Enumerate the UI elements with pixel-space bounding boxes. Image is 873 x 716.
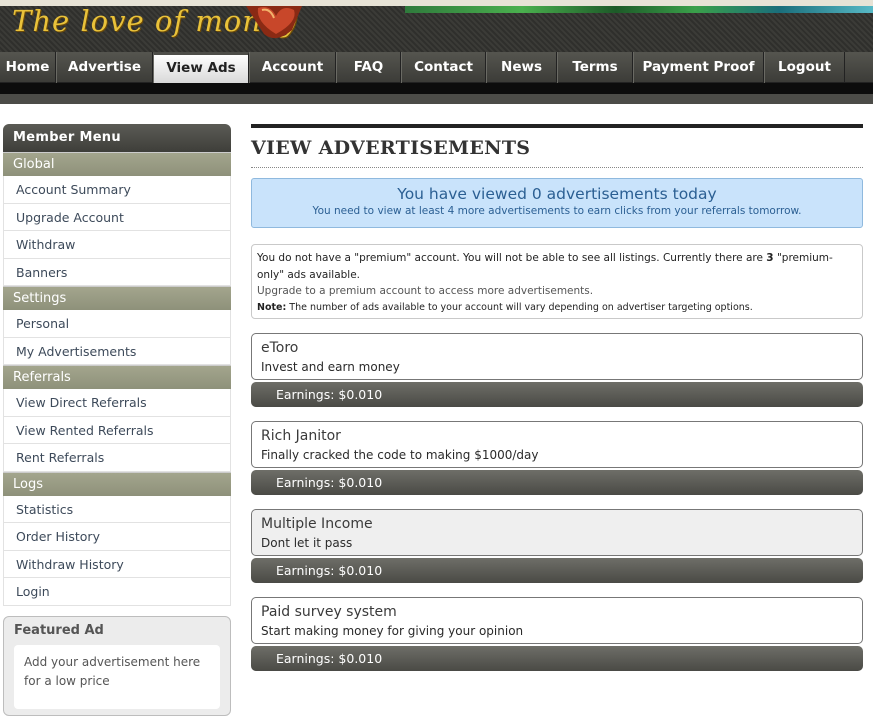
sidebar-item-view-direct-referrals[interactable]: View Direct Referrals xyxy=(3,389,231,417)
heart-decoration-icon xyxy=(246,6,302,39)
targeting-note: Note: The number of ads available to you… xyxy=(257,301,753,313)
featured-ad-text[interactable]: Add your advertisement here for a low pr… xyxy=(14,644,220,709)
ad-earnings: Earnings: $0.010 xyxy=(251,470,863,495)
menu-group-logs: Logs xyxy=(3,471,231,496)
nav-view-ads[interactable]: View Ads xyxy=(153,52,249,83)
sidebar-item-account-summary[interactable]: Account Summary xyxy=(3,176,231,204)
ad-description: Start making money for giving your opini… xyxy=(261,624,524,638)
premium-notice-text: You do not have a "premium" account. You… xyxy=(257,252,833,281)
ad-description: Finally cracked the code to making $1000… xyxy=(261,448,539,462)
sidebar-item-rent-referrals[interactable]: Rent Referrals xyxy=(3,444,231,472)
page-title: VIEW ADVERTISEMENTS xyxy=(251,137,863,168)
ad-card[interactable]: Rich Janitor Finally cracked the code to… xyxy=(251,421,863,468)
ad-listing: Multiple Income Dont let it pass Earning… xyxy=(251,509,863,583)
ad-description: Invest and earn money xyxy=(261,360,400,374)
ad-earnings: Earnings: $0.010 xyxy=(251,382,863,407)
ad-listing: eToro Invest and earn money Earnings: $0… xyxy=(251,333,863,407)
ad-title[interactable]: Paid survey system xyxy=(261,602,853,622)
member-menu-title: Member Menu xyxy=(3,124,231,152)
header-decorative-strip xyxy=(405,6,873,13)
nav-account[interactable]: Account xyxy=(249,52,336,83)
views-headline: You have viewed 0 advertisements today xyxy=(397,185,717,203)
main-navigation: Home Advertise View Ads Account FAQ Cont… xyxy=(0,52,873,83)
ad-description: Dont let it pass xyxy=(261,536,353,550)
ad-listing: Rich Janitor Finally cracked the code to… xyxy=(251,421,863,495)
nav-advertise[interactable]: Advertise xyxy=(56,52,153,83)
views-status-box: You have viewed 0 advertisements today Y… xyxy=(251,178,863,228)
site-header: The love of money xyxy=(0,0,873,52)
sidebar-item-view-rented-referrals[interactable]: View Rented Referrals xyxy=(3,416,231,444)
ad-card[interactable]: Multiple Income Dont let it pass xyxy=(251,509,863,556)
upgrade-text[interactable]: Upgrade to a premium account to access m… xyxy=(257,283,857,300)
menu-group-referrals: Referrals xyxy=(3,365,231,389)
nav-news[interactable]: News xyxy=(486,52,557,83)
featured-ad-title: Featured Ad xyxy=(14,622,104,638)
premium-notice-box: You do not have a "premium" account. You… xyxy=(251,244,863,319)
featured-ad-panel: Featured Ad Add your advertisement here … xyxy=(3,615,231,716)
sidebar-item-personal[interactable]: Personal xyxy=(3,310,231,338)
sidebar-item-withdraw-history[interactable]: Withdraw History xyxy=(3,550,231,578)
nav-logout[interactable]: Logout xyxy=(764,52,845,83)
ad-listing: Paid survey system Start making money fo… xyxy=(251,597,863,671)
nav-bottom-bar-2 xyxy=(0,94,873,104)
nav-payment-proof[interactable]: Payment Proof xyxy=(633,52,764,83)
ad-title[interactable]: eToro xyxy=(261,338,853,358)
ad-title[interactable]: Rich Janitor xyxy=(261,426,853,446)
nav-contact[interactable]: Contact xyxy=(401,52,486,83)
sidebar-item-withdraw[interactable]: Withdraw xyxy=(3,231,231,259)
member-sidebar: Member Menu Global Account Summary Upgra… xyxy=(3,124,231,716)
ad-earnings: Earnings: $0.010 xyxy=(251,646,863,671)
ad-card[interactable]: Paid survey system Start making money fo… xyxy=(251,597,863,644)
sidebar-item-statistics[interactable]: Statistics xyxy=(3,495,231,523)
main-content: VIEW ADVERTISEMENTS You have viewed 0 ad… xyxy=(251,124,863,671)
nav-faq[interactable]: FAQ xyxy=(336,52,401,83)
menu-group-global: Global xyxy=(3,152,231,176)
sidebar-item-order-history[interactable]: Order History xyxy=(3,523,231,551)
nav-terms[interactable]: Terms xyxy=(557,52,633,83)
views-subtext: You need to view at least 4 more adverti… xyxy=(312,205,802,217)
menu-group-settings: Settings xyxy=(3,286,231,310)
nav-home[interactable]: Home xyxy=(0,52,56,83)
sidebar-item-login[interactable]: Login xyxy=(3,578,231,606)
sidebar-item-banners[interactable]: Banners xyxy=(3,258,231,286)
ad-title[interactable]: Multiple Income xyxy=(261,514,853,534)
nav-bottom-bar xyxy=(0,83,873,94)
premium-only-count: 3 xyxy=(766,252,774,264)
title-rule xyxy=(251,124,863,128)
sidebar-item-my-advertisements[interactable]: My Advertisements xyxy=(3,337,231,365)
sidebar-item-upgrade-account[interactable]: Upgrade Account xyxy=(3,203,231,231)
ad-earnings: Earnings: $0.010 xyxy=(251,558,863,583)
ad-card[interactable]: eToro Invest and earn money xyxy=(251,333,863,380)
